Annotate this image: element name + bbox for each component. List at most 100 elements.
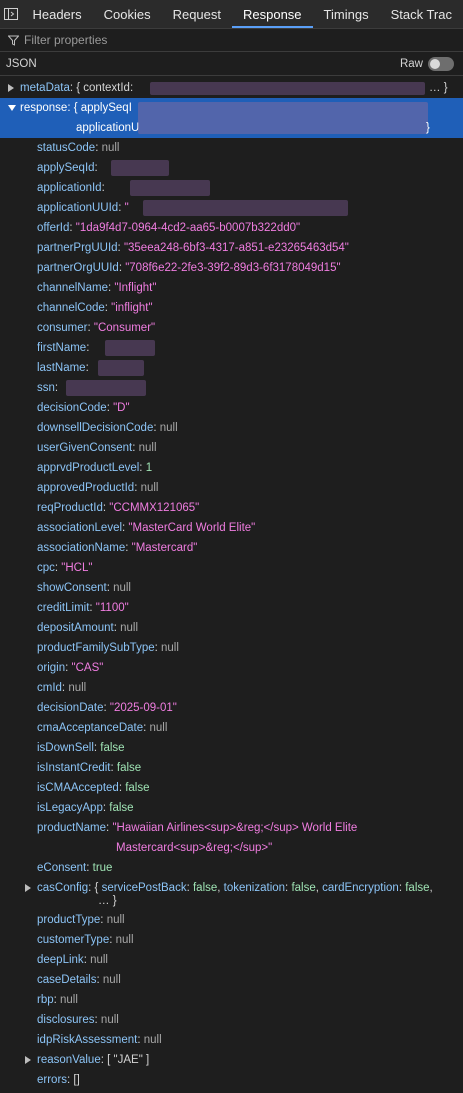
redacted-block xyxy=(150,82,425,95)
tree-row-offerid[interactable]: offerId: "1da9f4d7-0964-4cd2-aa65-b0007b… xyxy=(0,218,463,238)
json-tree: metaData: { contextId: … } response: { a… xyxy=(0,78,463,1090)
tree-row-channelcode[interactable]: channelCode: "inflight" xyxy=(0,298,463,318)
tab-cookies[interactable]: Cookies xyxy=(93,0,162,28)
json-mode-label: JSON xyxy=(6,58,37,70)
tree-row-statuscode[interactable]: statusCode: null xyxy=(0,138,463,158)
tree-row-deeplink[interactable]: deepLink: null xyxy=(0,950,463,970)
field-value: null xyxy=(113,582,131,594)
tab-response[interactable]: Response xyxy=(232,0,313,28)
response-preview-line2: applicationU xyxy=(76,122,140,134)
tree-row-usergivenconsent[interactable]: userGivenConsent: null xyxy=(0,438,463,458)
tree-row-response[interactable]: response: { applySeqI applicationU } xyxy=(0,98,463,138)
field-value: 1 xyxy=(145,462,153,474)
tab-headers[interactable]: Headers xyxy=(21,0,92,28)
field-value: null xyxy=(140,482,159,494)
tree-row-lastname[interactable]: lastName: xyxy=(0,358,463,378)
field-value: "708f6e22-2fe3-39f2-89d3-6f3178049d15" xyxy=(125,262,341,274)
field-value: null xyxy=(68,682,87,694)
tree-row-islegacyapp[interactable]: isLegacyApp: false xyxy=(0,798,463,818)
tree-row-errors[interactable]: errors: [] xyxy=(0,1070,463,1090)
tree-row-econsent[interactable]: eConsent: true xyxy=(0,858,463,878)
field-value: null xyxy=(100,1014,119,1026)
tree-row-applyseqid[interactable]: applySeqId: xyxy=(0,158,463,178)
casconfig-close: … } xyxy=(98,895,117,907)
field-value: "1da9f4d7-0964-4cd2-aa65-b0007b322dd0" xyxy=(75,222,301,234)
filter-icon xyxy=(8,35,19,46)
field-value: "Consumer" xyxy=(93,322,156,334)
field-value: false xyxy=(116,762,142,774)
tab-request[interactable]: Request xyxy=(162,0,232,28)
tree-row-decisiondate[interactable]: decisionDate: "2025-09-01" xyxy=(0,698,463,718)
expand-arrow-icon[interactable] xyxy=(25,1056,31,1064)
tree-row-approvedproductid[interactable]: approvedProductId: null xyxy=(0,478,463,498)
tree-row-showconsent[interactable]: showConsent: null xyxy=(0,578,463,598)
tree-row-casedetails[interactable]: caseDetails: null xyxy=(0,970,463,990)
field-value: null xyxy=(120,622,139,634)
tree-row-partnerprguuid[interactable]: partnerPrgUUId: "35eea248-6bf3-4317-a851… xyxy=(0,238,463,258)
tree-row-productname[interactable]: productName: "Hawaiian Airlines<sup>&reg… xyxy=(0,818,463,858)
tree-row-associationlevel[interactable]: associationLevel: "MasterCard World Elit… xyxy=(0,518,463,538)
field-value: "MasterCard World Elite" xyxy=(128,522,256,534)
field-value: null xyxy=(159,422,178,434)
collapse-arrow-icon[interactable] xyxy=(8,105,16,111)
tree-row-channelname[interactable]: channelName: "Inflight" xyxy=(0,278,463,298)
redacted-block xyxy=(98,360,145,376)
field-value: "CCMMX121065" xyxy=(109,502,200,514)
filter-properties-input[interactable] xyxy=(24,33,324,47)
field-value: "Inflight" xyxy=(114,282,157,294)
field-value: "inflight" xyxy=(111,302,153,314)
tree-row-apprvdproductlevel[interactable]: apprvdProductLevel: 1 xyxy=(0,458,463,478)
tree-row-isdownsell[interactable]: isDownSell: false xyxy=(0,738,463,758)
tree-row-reqproductid[interactable]: reqProductId: "CCMMX121065" xyxy=(0,498,463,518)
productname-value-line2: Mastercard<sup>&reg;</sup>" xyxy=(116,842,273,854)
tree-row-producttype[interactable]: productType: null xyxy=(0,910,463,930)
tree-row-ssn[interactable]: ssn: xyxy=(0,378,463,398)
expand-arrow-icon[interactable] xyxy=(8,84,14,92)
redacted-block xyxy=(104,340,155,356)
tab-stack-trace[interactable]: Stack Trac xyxy=(380,0,463,28)
field-value: null xyxy=(106,914,125,926)
raw-switch[interactable] xyxy=(428,57,454,71)
tree-row-decisioncode[interactable]: decisionCode: "D" xyxy=(0,398,463,418)
field-value: null xyxy=(149,722,168,734)
tree-row-cmaacceptancedate[interactable]: cmaAcceptanceDate: null xyxy=(0,718,463,738)
field-value: "Mastercard" xyxy=(131,542,198,554)
field-value: false xyxy=(125,782,150,794)
response-fields-2: productType: null customerType: null deepL… xyxy=(0,910,463,1050)
tree-row-origin[interactable]: origin: "CAS" xyxy=(0,658,463,678)
dock-toggle-icon[interactable] xyxy=(0,0,21,28)
raw-toggle[interactable]: Raw xyxy=(400,57,454,71)
tree-row-iscmaaccepted[interactable]: isCMAAccepted: false xyxy=(0,778,463,798)
tree-row-reasonvalue[interactable]: reasonValue: [ "JAE" ] xyxy=(0,1050,463,1070)
tree-row-consumer[interactable]: consumer: "Consumer" xyxy=(0,318,463,338)
tree-row-partnerorguuid[interactable]: partnerOrgUUId: "708f6e22-2fe3-39f2-89d3… xyxy=(0,258,463,278)
tree-row-creditlimit[interactable]: creditLimit: "1100" xyxy=(0,598,463,618)
tree-row-applicationuuid[interactable]: applicationUUId: " xyxy=(0,198,463,218)
tree-row-applicationid[interactable]: applicationId: xyxy=(0,178,463,198)
tree-row-customertype[interactable]: customerType: null xyxy=(0,930,463,950)
tree-row-depositamount[interactable]: depositAmount: null xyxy=(0,618,463,638)
field-value: null xyxy=(138,442,157,454)
expand-arrow-icon[interactable] xyxy=(25,884,31,892)
tree-row-cmid[interactable]: cmId: null xyxy=(0,678,463,698)
tree-row-cpc[interactable]: cpc: "HCL" xyxy=(0,558,463,578)
tree-row-casconfig[interactable]: casConfig: { servicePostBack: false, tok… xyxy=(0,878,463,910)
field-value: " xyxy=(124,202,129,214)
tree-row-firstname[interactable]: firstName: xyxy=(0,338,463,358)
tree-row-disclosures[interactable]: disclosures: null xyxy=(0,1010,463,1030)
tab-timings[interactable]: Timings xyxy=(313,0,380,28)
metadata-preview: { contextId: xyxy=(76,82,134,94)
tree-row-downselldecisioncode[interactable]: downsellDecisionCode: null xyxy=(0,418,463,438)
field-value: null xyxy=(102,974,121,986)
field-value: "1100" xyxy=(95,602,129,614)
tree-row-metadata[interactable]: metaData: { contextId: … } xyxy=(0,78,463,98)
field-value: null xyxy=(143,1034,162,1046)
response-fields: statusCode: null applySeqId: applicationI… xyxy=(0,138,463,818)
tree-row-productfamilysubtype[interactable]: productFamilySubType: null xyxy=(0,638,463,658)
tree-row-idpriskassessment[interactable]: idpRiskAssessment: null xyxy=(0,1030,463,1050)
response-preview-line1: { applySeqI xyxy=(73,102,132,114)
field-value: null xyxy=(101,142,120,154)
tree-row-associationname[interactable]: associationName: "Mastercard" xyxy=(0,538,463,558)
tree-row-rbp[interactable]: rbp: null xyxy=(0,990,463,1010)
tree-row-isinstantcredit[interactable]: isInstantCredit: false xyxy=(0,758,463,778)
